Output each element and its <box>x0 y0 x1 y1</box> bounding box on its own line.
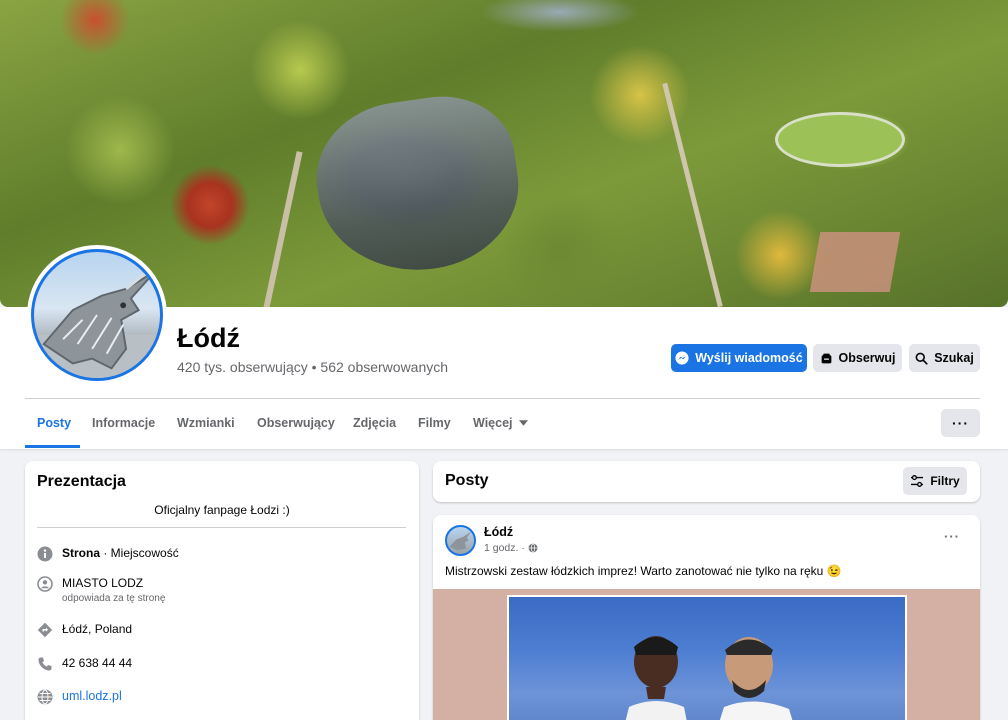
category-value: · Miejscowość <box>100 546 179 560</box>
post-media[interactable] <box>433 589 980 720</box>
active-tab-indicator <box>25 445 80 448</box>
intro-card: Prezentacja Oficjalny fanpage Łodzi :) S… <box>25 461 419 720</box>
follow-button[interactable]: Obserwuj <box>813 344 902 372</box>
user-shield-icon <box>37 576 53 592</box>
tab-posty[interactable]: Posty <box>37 416 71 430</box>
tab-wzmianki[interactable]: Wzmianki <box>177 416 235 430</box>
post-author-name[interactable]: Łódź <box>484 525 513 539</box>
follow-label: Obserwuj <box>838 351 896 365</box>
posts-section-title: Posty <box>445 472 489 489</box>
player-figure <box>719 637 793 720</box>
responsible-sub: odpowiada za tę stronę <box>62 593 166 604</box>
cover-court <box>809 232 901 292</box>
globe-icon <box>37 689 53 705</box>
search-button[interactable]: Szukaj <box>909 344 980 372</box>
page-title: Łódź <box>177 323 240 353</box>
info-responsible: MIASTO LODZ odpowiada za tę stronę <box>37 576 165 604</box>
intro-description: Oficjalny fanpage Łodzi :) <box>154 503 290 517</box>
cover-path <box>662 82 723 307</box>
follower-stats[interactable]: 420 tys. obserwujący • 562 obserwowanych <box>177 359 448 375</box>
post-options-button[interactable]: ··· <box>944 529 960 544</box>
info-website: uml.lodz.pl <box>37 689 122 705</box>
post-card: Łódź 1 godz. · ··· Mistrzowski zestaw łó… <box>433 515 980 720</box>
post-photo[interactable] <box>507 595 907 720</box>
cover-pond <box>307 86 529 284</box>
post-timestamp[interactable]: 1 godz. · <box>484 542 538 554</box>
tab-informacje[interactable]: Informacje <box>92 416 155 430</box>
tab-wiecej-label: Więcej <box>473 416 513 430</box>
phone-icon <box>37 656 53 672</box>
responsible-name: MIASTO LODZ <box>62 576 144 590</box>
messenger-icon <box>675 351 689 365</box>
cover-field <box>775 112 905 167</box>
info-icon <box>37 546 53 562</box>
header-divider <box>25 398 980 399</box>
info-category: Strona · Miejscowość <box>37 546 179 562</box>
cover-path <box>263 151 303 307</box>
tab-obserwujacy[interactable]: Obserwujący <box>257 416 335 430</box>
info-phone: 42 638 44 44 <box>37 656 132 672</box>
search-label: Szukaj <box>934 351 974 365</box>
follow-icon <box>821 353 831 363</box>
location-text: Łódź, Poland <box>62 622 133 636</box>
profile-avatar[interactable] <box>27 245 167 385</box>
send-message-label: Wyślij wiadomość <box>695 351 803 365</box>
unicorn-sculpture-icon <box>34 268 160 378</box>
location-pin-icon <box>37 622 53 638</box>
tab-filmy[interactable]: Filmy <box>418 416 451 430</box>
sliders-icon <box>911 475 924 487</box>
posts-header-card: Posty Filtry <box>433 461 980 502</box>
chevron-down-icon <box>518 420 528 426</box>
globe-icon <box>528 543 538 553</box>
search-icon <box>915 352 928 365</box>
unicorn-sculpture-icon <box>449 531 472 551</box>
player-figure <box>625 636 687 720</box>
filters-button[interactable]: Filtry <box>903 467 967 495</box>
post-time-text: 1 godz. · <box>484 542 525 554</box>
avatar-image <box>31 249 163 381</box>
website-link[interactable]: uml.lodz.pl <box>62 689 122 703</box>
tab-wiecej[interactable]: Więcej <box>473 416 528 430</box>
post-text: Mistrzowski zestaw łódzkich imprez! Wart… <box>445 564 842 578</box>
intro-divider <box>37 527 406 528</box>
category-type: Strona <box>62 546 101 560</box>
send-message-button[interactable]: Wyślij wiadomość <box>671 344 807 372</box>
more-options-button[interactable]: ··· <box>941 409 980 437</box>
info-location: Łódź, Poland <box>37 622 132 638</box>
intro-title: Prezentacja <box>37 473 126 490</box>
post-author-avatar[interactable] <box>445 525 476 556</box>
filters-label: Filtry <box>930 474 960 488</box>
tab-zdjecia[interactable]: Zdjęcia <box>353 416 396 430</box>
phone-text: 42 638 44 44 <box>62 656 133 670</box>
